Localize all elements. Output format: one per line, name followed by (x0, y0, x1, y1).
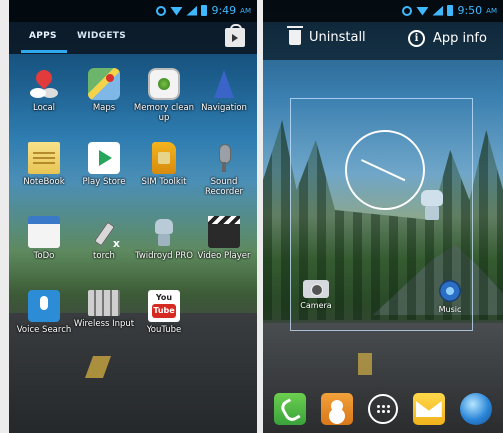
app-label: Navigation (201, 103, 247, 113)
trash-icon (287, 26, 303, 45)
wifi-icon (170, 7, 183, 16)
notebook-icon (28, 142, 60, 174)
status-clock: 9:50 (457, 4, 483, 17)
screenshot-pair: 9:49 AM APPS WIDGETS Local Maps Memory c… (0, 0, 503, 433)
status-ampm: AM (240, 6, 251, 15)
camera-icon (303, 280, 329, 298)
app-label: Sound Recorder (204, 177, 244, 197)
drag-action-bar: Uninstall i App info (263, 22, 503, 60)
signal-icon (432, 5, 444, 16)
tab-widgets[interactable]: WIDGETS (77, 31, 126, 41)
microphone-icon (208, 142, 240, 174)
app-label: ToDo (33, 251, 55, 261)
music-icon (439, 280, 461, 302)
navigation-arrow-icon (208, 68, 240, 100)
app-label: Local (32, 103, 56, 113)
browser-icon[interactable] (459, 393, 492, 425)
info-icon: i (408, 30, 425, 47)
app-notebook[interactable]: NoteBook (13, 142, 75, 187)
drawer-tab-bar: APPS WIDGETS (9, 22, 257, 54)
app-torch[interactable]: torch (73, 216, 135, 261)
dock (263, 385, 503, 433)
app-label: Maps (92, 103, 116, 113)
app-play-store[interactable]: Play Store (73, 142, 135, 187)
shortcut-music[interactable]: Music (425, 280, 475, 314)
memory-cleanup-icon (148, 68, 180, 100)
app-info-target[interactable]: i App info (408, 30, 487, 47)
app-sound-recorder[interactable]: Sound Recorder (193, 142, 255, 197)
todo-icon (28, 216, 60, 248)
clock-hour-hand (361, 159, 386, 172)
clock-minute-hand (384, 170, 406, 182)
shortcut-label: Music (438, 305, 462, 314)
messaging-icon[interactable] (412, 393, 445, 425)
voice-search-icon (28, 290, 60, 322)
app-label: torch (93, 251, 115, 261)
alarm-icon (156, 5, 167, 16)
phone-icon[interactable] (274, 393, 307, 425)
status-bar: 9:50 AM (263, 0, 503, 22)
app-voice-search[interactable]: Voice Search (13, 290, 75, 335)
store-bag-icon[interactable] (225, 24, 245, 47)
app-local[interactable]: Local (13, 68, 75, 113)
analog-clock-widget[interactable] (345, 130, 425, 210)
app-navigation[interactable]: Navigation (193, 68, 255, 113)
status-bar: 9:49 AM (9, 0, 257, 22)
app-label: NoteBook (23, 177, 65, 187)
maps-icon (88, 68, 120, 100)
app-youtube[interactable]: You Tube YouTube (133, 290, 195, 335)
app-twidroyd-pro[interactable]: Twidroyd PRO (133, 216, 195, 261)
app-drawer-screen: 9:49 AM APPS WIDGETS Local Maps Memory c… (9, 0, 257, 433)
signal-icon (186, 5, 198, 16)
status-clock: 9:49 (211, 4, 237, 17)
alarm-icon (402, 5, 413, 16)
app-info-label: App info (433, 31, 487, 46)
app-label: Play Store (82, 177, 126, 187)
play-store-icon (88, 142, 120, 174)
video-clapper-icon (208, 216, 240, 248)
twidroyd-robot-icon (148, 216, 180, 248)
app-label: Memory clean up (133, 103, 195, 123)
location-pin-icon (28, 68, 60, 100)
tab-apps[interactable]: APPS (21, 31, 67, 53)
youtube-logo-tube: Tube (152, 304, 176, 318)
app-label: Twidroyd PRO (135, 251, 193, 261)
app-memory-clean-up[interactable]: Memory clean up (133, 68, 195, 123)
app-label: Video Player (197, 251, 251, 261)
app-label: YouTube (146, 325, 182, 335)
battery-icon (447, 5, 454, 16)
shortcut-label: Camera (300, 301, 332, 310)
battery-icon (201, 5, 208, 16)
torch-icon (88, 216, 120, 250)
status-ampm: AM (486, 6, 497, 15)
app-label: SIM Toolkit (141, 177, 187, 187)
youtube-logo-you: You (155, 293, 173, 302)
youtube-icon: You Tube (148, 290, 180, 322)
uninstall-label: Uninstall (309, 30, 366, 45)
app-video-player[interactable]: Video Player (193, 216, 255, 261)
app-label: Voice Search (16, 325, 72, 335)
app-maps[interactable]: Maps (73, 68, 135, 113)
app-sim-toolkit[interactable]: SIM Toolkit (133, 142, 195, 187)
shortcut-camera[interactable]: Camera (291, 280, 341, 310)
twidroyd-robot-icon[interactable] (418, 190, 446, 222)
contacts-icon[interactable] (321, 393, 354, 425)
home-screen: 9:50 AM Uninstall i App info Camera Musi… (263, 0, 503, 433)
keyboard-icon (88, 290, 120, 316)
app-todo[interactable]: ToDo (13, 216, 75, 261)
app-label: Wireless Input (73, 319, 135, 329)
uninstall-target[interactable]: Uninstall (287, 26, 366, 45)
app-drawer-icon[interactable] (367, 394, 398, 424)
app-wireless-input[interactable]: Wireless Input (73, 290, 135, 329)
sim-card-icon (152, 142, 176, 174)
wifi-icon (416, 7, 429, 16)
